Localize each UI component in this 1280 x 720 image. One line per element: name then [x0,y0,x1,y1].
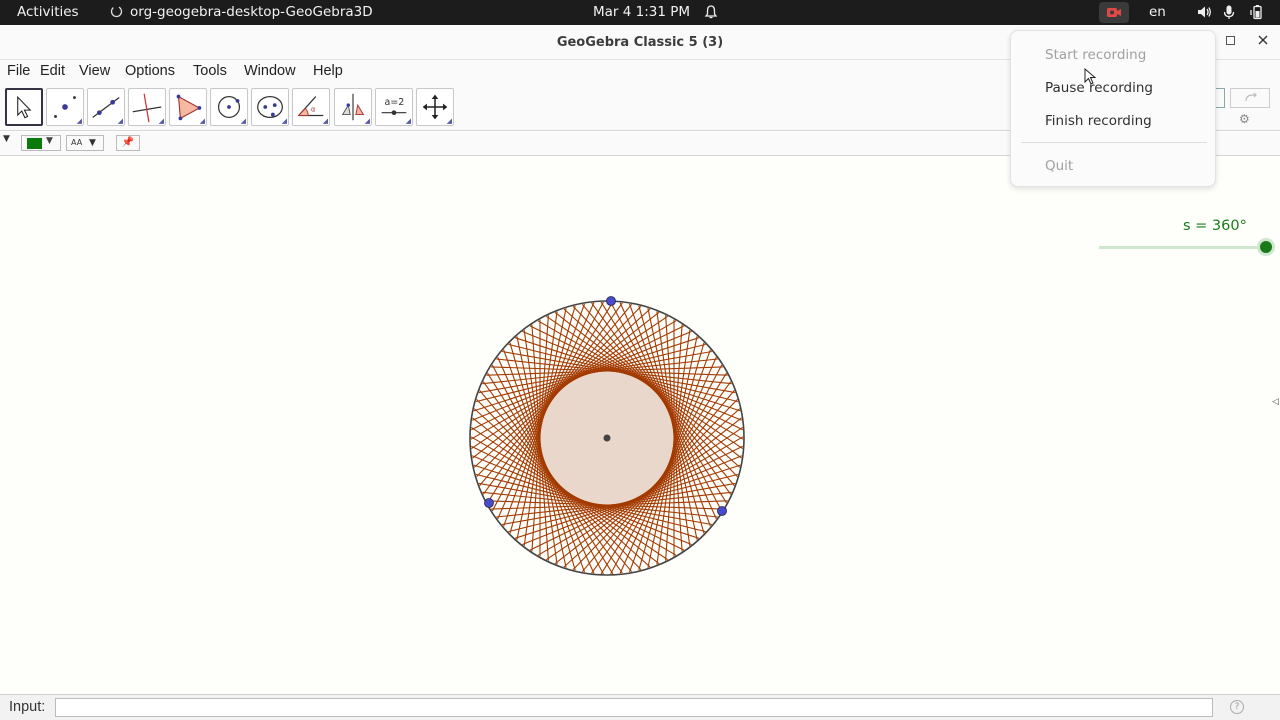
screen-recording-indicator[interactable] [1099,2,1129,23]
polygon-tool[interactable]: ◢ [169,88,207,126]
screen-recording-icon [1107,8,1121,17]
arrow-cursor-icon [17,95,32,119]
collapse-panel-icon[interactable]: ◁ [1272,397,1279,407]
close-icon[interactable] [1256,33,1270,47]
chevron-down-icon: ▼ [89,138,96,148]
slider-track[interactable] [1099,246,1269,249]
chevron-down-icon: ▼ [46,136,53,146]
menu-separator [1021,142,1207,143]
menu-tools[interactable]: Tools [193,63,227,79]
recording-menu: Start recording Pause recording Finish r… [1010,30,1216,187]
slider-handle[interactable] [1257,238,1275,256]
battery-icon[interactable] [1249,4,1265,20]
notification-bell-icon[interactable] [703,4,719,20]
slider-label[interactable]: s = 360° [1183,218,1247,234]
microphone-icon[interactable] [1221,4,1237,20]
input-label: Input: [9,699,46,715]
point-bottom-left[interactable] [484,498,494,508]
redo-icon [1245,92,1257,102]
menu-options[interactable]: Options [125,63,175,79]
clock-button[interactable]: Mar 4 1:31 PM [593,4,690,20]
start-recording-item[interactable]: Start recording [1045,47,1146,63]
volume-icon[interactable] [1196,4,1212,20]
move-tool[interactable] [5,88,43,126]
help-icon[interactable]: ? [1230,700,1244,714]
point-top[interactable] [606,296,616,306]
menu-file[interactable]: File [7,63,30,79]
spinner-icon [110,5,123,18]
angle-tool[interactable]: α ◢ [292,88,330,126]
center-point[interactable] [603,434,611,442]
stylebar-toggle-icon[interactable]: ▼ [3,134,10,144]
svg-text:α: α [311,106,316,114]
ellipse-tool[interactable]: ◢ [251,88,289,126]
graphics-view[interactable]: s = 360° ◁ [0,157,1280,694]
menu-edit[interactable]: Edit [40,63,65,79]
menu-view[interactable]: View [79,63,110,79]
gnome-top-bar: Activities org-geogebra-desktop-GeoGebra… [0,0,1280,25]
text-style-button[interactable]: AA ▼ [66,135,104,151]
maximize-icon[interactable] [1226,36,1235,45]
point-tool[interactable]: ◢ [46,88,84,126]
gear-icon[interactable]: ⚙ [1239,112,1250,126]
pause-recording-item[interactable]: Pause recording [1045,80,1153,96]
text-style-label: AA [71,138,83,147]
color-swatch [27,138,42,149]
menu-window[interactable]: Window [244,63,296,79]
point-bottom-right[interactable] [717,506,727,516]
line-tool[interactable]: ◢ [87,88,125,126]
perpendicular-line-tool[interactable]: ◢ [128,88,166,126]
slider-tool-label: a=2 [385,97,405,108]
construction-canvas[interactable] [0,157,1280,694]
finish-recording-item[interactable]: Finish recording [1045,113,1152,129]
redo-button[interactable] [1230,88,1270,108]
menu-help[interactable]: Help [313,63,343,79]
color-button[interactable]: ▼ [21,135,61,151]
pin-icon[interactable]: 📌 [116,135,140,151]
input-field[interactable] [55,698,1213,717]
mouse-cursor-icon [1084,68,1096,85]
app-menu-button[interactable]: org-geogebra-desktop-GeoGebra3D [130,4,373,20]
reflect-tool[interactable]: ◢ [334,88,372,126]
circle-center-point-tool[interactable]: ◢ [210,88,248,126]
activities-button[interactable]: Activities [17,4,79,20]
language-indicator[interactable]: en [1149,4,1166,20]
input-bar: Input: ? [0,694,1280,720]
move-graphics-view-tool[interactable]: ◢ [416,88,454,126]
quit-item[interactable]: Quit [1045,158,1073,174]
slider-tool[interactable]: a=2 ◢ [375,88,413,126]
